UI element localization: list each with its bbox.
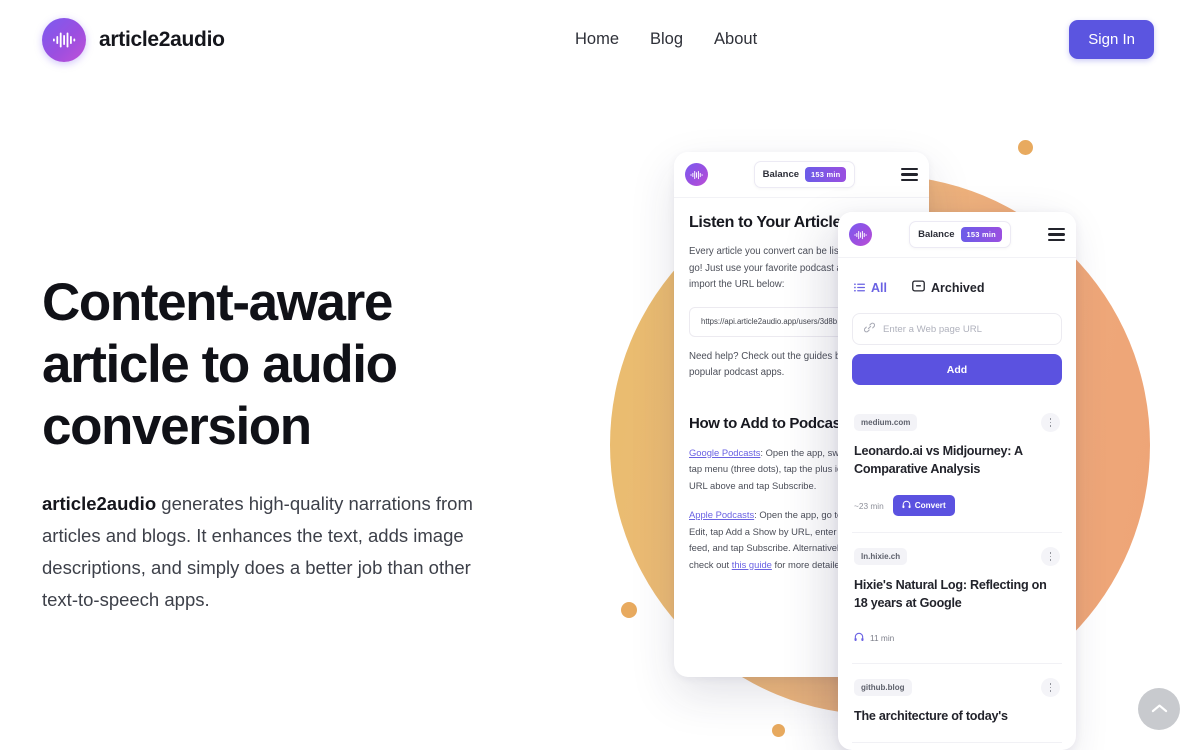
balance-badge: 153 min [960, 227, 1002, 242]
article-list: medium.com Leonardo.ai vs Midjourney: A … [852, 399, 1062, 743]
list-item[interactable]: github.blog The architecture of today's [852, 664, 1062, 743]
main-nav: Home Blog About [572, 28, 760, 51]
tab-archived[interactable]: Archived [912, 280, 985, 295]
balance-label: Balance [918, 229, 955, 240]
nav-item-home[interactable]: Home [572, 28, 622, 51]
intro-line-2: go! Just use your favorite podcast ap [689, 262, 848, 274]
intro-line-3: import the URL below: [689, 279, 785, 290]
card-header: github.blog [854, 678, 1060, 697]
decorative-dot [621, 602, 637, 618]
chevron-up-icon [1151, 702, 1168, 717]
guide-link-apple[interactable]: Apple Podcasts [689, 509, 754, 520]
tab-archived-label: Archived [930, 280, 985, 295]
waveform-icon [685, 163, 708, 186]
mock-back-topbar: Balance 153 min [674, 152, 929, 198]
card-header: ln.hixie.ch [854, 547, 1060, 566]
hero-subtitle: article2audio generates high-quality nar… [42, 488, 497, 616]
source-badge: ln.hixie.ch [854, 548, 908, 565]
nav-item-about[interactable]: About [711, 28, 760, 51]
convert-button-label: Convert [914, 501, 946, 510]
tab-all-label: All [871, 280, 887, 295]
mock-front-body: All Archived Enter a Web page URL Add me… [838, 258, 1076, 743]
landing-page: article2audio Home Blog About Sign In Co… [0, 0, 1200, 750]
help-line-1: Need help? Check out the guides be [689, 350, 846, 362]
audio-ready-indicator: 11 min [854, 629, 894, 647]
balance-label: Balance [762, 169, 800, 180]
list-item[interactable]: medium.com Leonardo.ai vs Midjourney: A … [852, 399, 1062, 533]
site-header: article2audio Home Blog About Sign In [0, 0, 1200, 80]
guide-a-l1: : Open the app, go to [754, 509, 843, 520]
balance-indicator[interactable]: Balance 153 min [909, 221, 1011, 248]
more-options-icon[interactable] [1041, 547, 1060, 566]
feed-url-value: https://api.article2audio.app/users/3d8b [701, 317, 838, 326]
guide-g-l2: tap menu (three dots), tap the plus ic [689, 463, 842, 474]
sign-in-button[interactable]: Sign In [1069, 20, 1154, 59]
source-badge: medium.com [854, 414, 918, 431]
hamburger-menu-icon[interactable] [901, 168, 918, 181]
mock-front-topbar: Balance 153 min [838, 212, 1076, 258]
url-input[interactable]: Enter a Web page URL [852, 313, 1062, 345]
more-options-icon[interactable] [1041, 413, 1060, 432]
guide-g-l1: : Open the app, swi [760, 446, 842, 458]
brand-logo-link[interactable]: article2audio [42, 18, 225, 62]
convert-button[interactable]: Convert [892, 495, 955, 516]
balance-badge: 153 min [805, 167, 847, 182]
article-title: Leonardo.ai vs Midjourney: A Comparative… [854, 444, 1023, 476]
scroll-to-top-button[interactable] [1138, 688, 1180, 730]
headphones-icon [854, 629, 864, 647]
balance-indicator[interactable]: Balance 153 min [753, 161, 856, 188]
hero-section: Content-aware article to audio conversio… [42, 272, 512, 616]
card-meta: 11 min [854, 629, 1060, 647]
app-screenshot-front: Balance 153 min All Archived Enter a Web… [838, 212, 1076, 750]
article-title: Hixie's Natural Log: Reflecting on 18 ye… [854, 578, 1047, 610]
guide-link-this-guide[interactable]: this guide [732, 559, 772, 570]
guide-a-l3: feed, and tap Subscribe. Alternatively [689, 542, 844, 553]
guide-a-l4-pre: check out [689, 558, 732, 570]
duration-label: 11 min [870, 633, 895, 643]
nav-item-blog[interactable]: Blog [647, 28, 686, 51]
guide-a-l4-post: for more detailed [771, 558, 845, 570]
archive-icon [912, 280, 925, 295]
article-title: The architecture of today's [854, 709, 1008, 723]
library-tabs: All Archived [852, 272, 1062, 297]
guide-g-l3: URL above and tap Subscribe. [689, 479, 817, 491]
add-button[interactable]: Add [852, 354, 1062, 385]
page-title: Content-aware article to audio conversio… [42, 273, 398, 456]
more-options-icon[interactable] [1041, 678, 1060, 697]
brand-name: article2audio [99, 28, 225, 51]
help-line-2: popular podcast apps. [689, 367, 785, 378]
decorative-dot [1018, 140, 1033, 155]
link-icon [863, 322, 876, 336]
waveform-icon [42, 18, 86, 62]
guide-link-google[interactable]: Google Podcasts [689, 447, 760, 458]
list-item[interactable]: ln.hixie.ch Hixie's Natural Log: Reflect… [852, 533, 1062, 664]
card-meta: ~23 min Convert [854, 495, 1060, 516]
list-icon [854, 281, 865, 295]
card-header: medium.com [854, 413, 1060, 432]
decorative-dot [772, 724, 785, 737]
guide-a-l2: Edit, tap Add a Show by URL, enter y [689, 525, 844, 537]
url-input-placeholder: Enter a Web page URL [883, 323, 983, 335]
duration-label: ~23 min [854, 500, 884, 511]
waveform-icon [849, 223, 872, 246]
intro-line-1: Every article you convert can be liste [689, 246, 847, 257]
hamburger-menu-icon[interactable] [1048, 228, 1065, 241]
headphones-icon [902, 500, 911, 511]
tab-all[interactable]: All [854, 281, 887, 295]
source-badge: github.blog [854, 679, 912, 696]
hero-subtitle-brand: article2audio [42, 493, 157, 514]
